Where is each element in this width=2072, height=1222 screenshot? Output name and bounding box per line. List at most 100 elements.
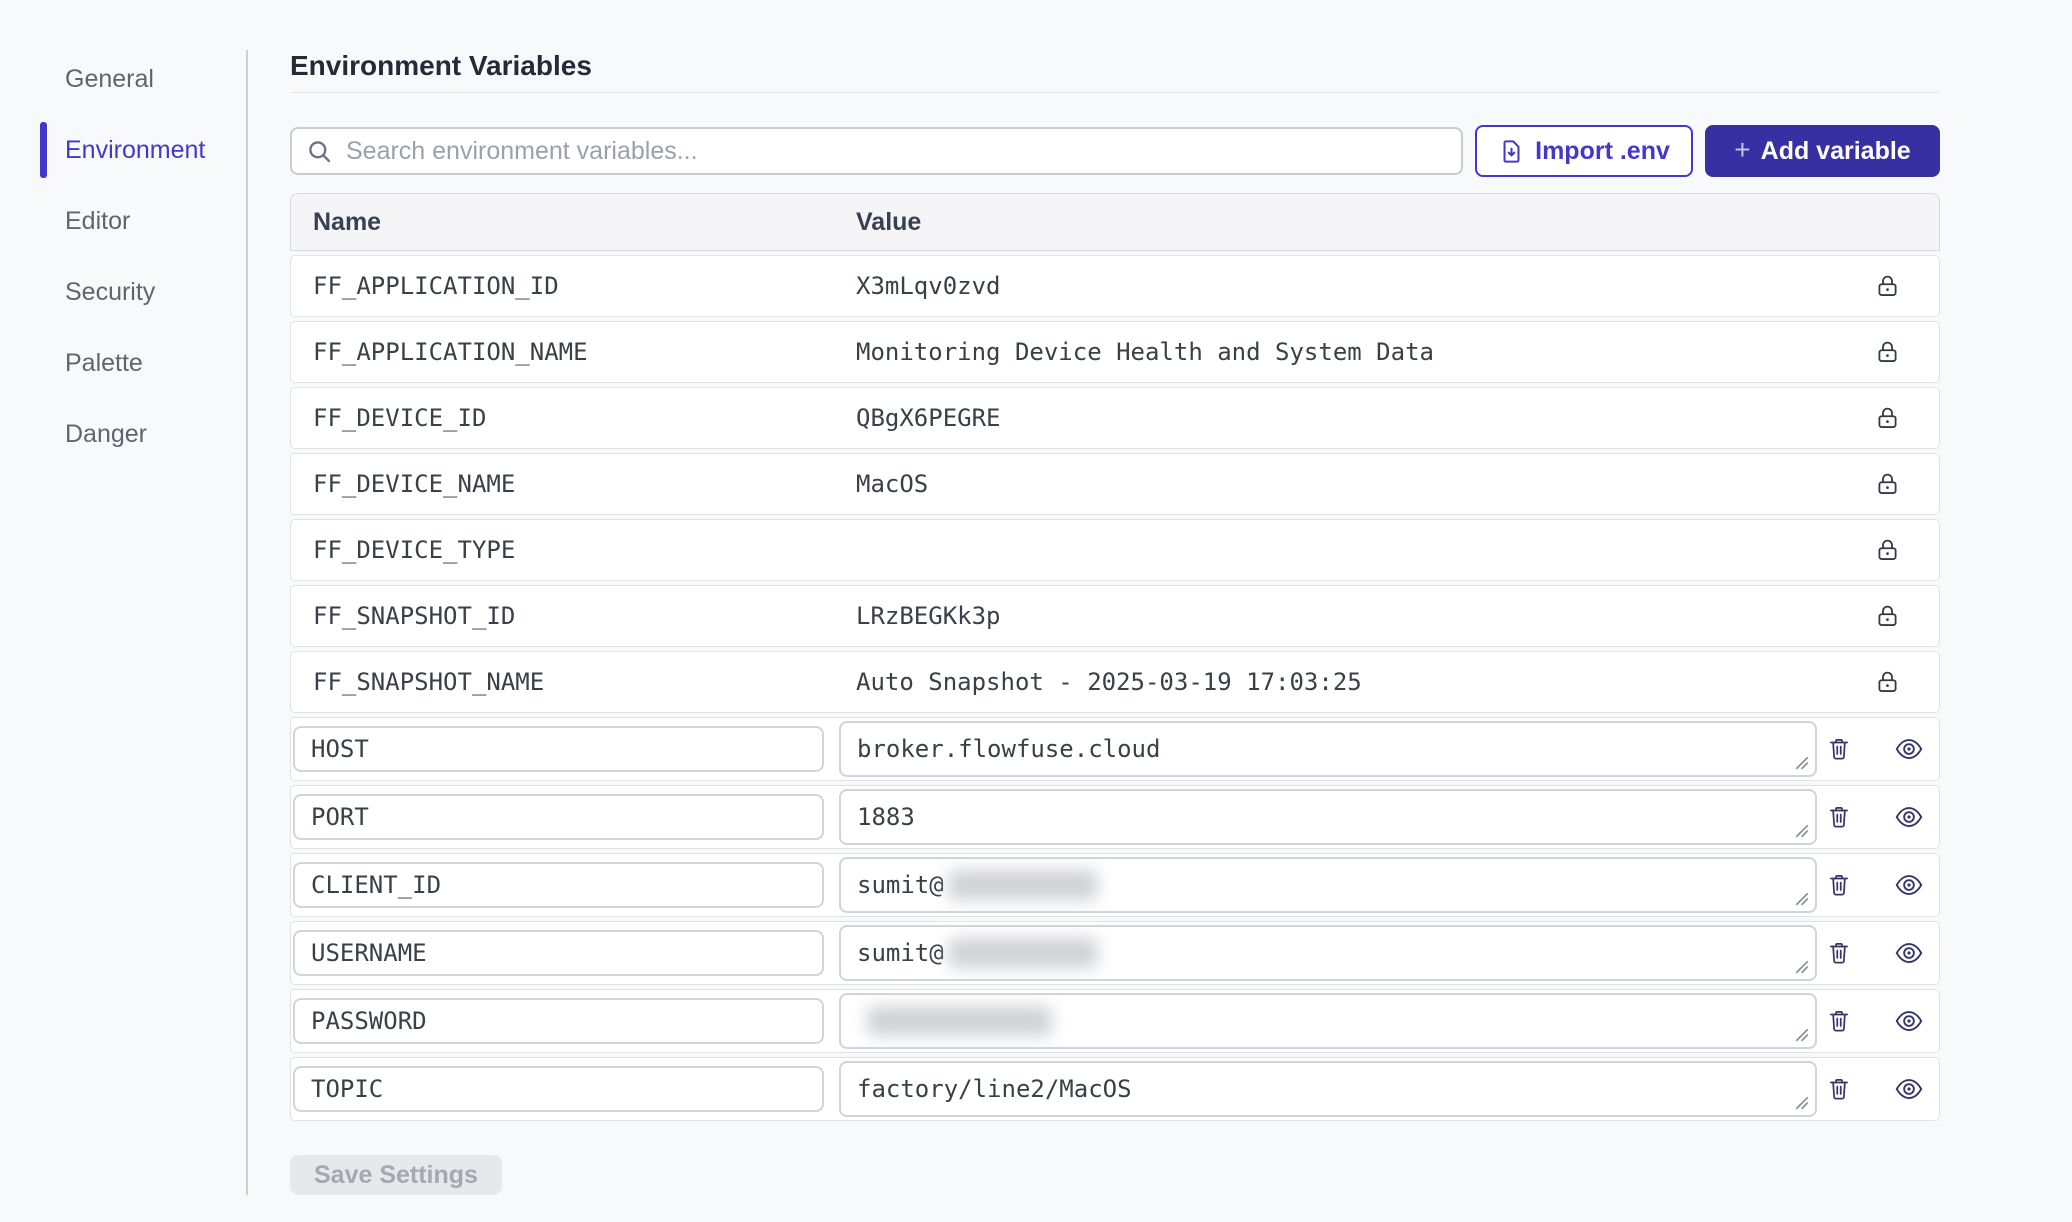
var-value-textarea[interactable] bbox=[839, 993, 1817, 1049]
var-name: FF_DEVICE_NAME bbox=[291, 470, 856, 498]
var-value-textarea[interactable]: 1883 bbox=[839, 789, 1817, 845]
import-env-button[interactable]: Import .env bbox=[1475, 125, 1693, 177]
add-variable-label: Add variable bbox=[1761, 137, 1911, 166]
lock-icon bbox=[1874, 405, 1901, 432]
trash-icon bbox=[1826, 872, 1852, 898]
table-row-editable bbox=[290, 989, 1940, 1053]
var-name-input[interactable] bbox=[293, 1066, 824, 1112]
env-vars-table: Name Value FF_APPLICATION_ID X3mLqv0zvd … bbox=[290, 193, 1940, 1121]
table-row: FF_DEVICE_NAME MacOS bbox=[290, 453, 1940, 515]
table-row-editable: sumit@ bbox=[290, 853, 1940, 917]
var-value-text: sumit@ bbox=[857, 939, 944, 967]
lock-icon bbox=[1874, 537, 1901, 564]
var-value-textarea[interactable]: sumit@ bbox=[839, 925, 1817, 981]
table-row-editable: sumit@ bbox=[290, 921, 1940, 985]
var-value: MacOS bbox=[856, 470, 1835, 498]
table-row: FF_APPLICATION_NAME Monitoring Device He… bbox=[290, 321, 1940, 383]
column-header-name: Name bbox=[291, 208, 856, 237]
reveal-value-button[interactable] bbox=[1887, 795, 1931, 839]
var-value-text: factory/line2/MacOS bbox=[857, 1075, 1132, 1103]
plus-icon: + bbox=[1734, 136, 1750, 164]
lock-icon bbox=[1874, 471, 1901, 498]
column-header-value: Value bbox=[856, 208, 1835, 237]
sidebar-item-general[interactable]: General bbox=[0, 64, 246, 94]
table-header: Name Value bbox=[290, 193, 1940, 251]
reveal-value-button[interactable] bbox=[1887, 863, 1931, 907]
redacted-value-blur bbox=[948, 870, 1098, 900]
lock-icon bbox=[1874, 339, 1901, 366]
search-field-wrap bbox=[290, 127, 1463, 175]
delete-variable-button[interactable] bbox=[1817, 999, 1861, 1043]
eye-icon bbox=[1894, 1006, 1924, 1036]
eye-icon bbox=[1894, 870, 1924, 900]
var-name: FF_DEVICE_TYPE bbox=[291, 536, 856, 564]
table-row: FF_SNAPSHOT_ID LRzBEGKk3p bbox=[290, 585, 1940, 647]
reveal-value-button[interactable] bbox=[1887, 1067, 1931, 1111]
lock-icon bbox=[1874, 273, 1901, 300]
table-row: FF_SNAPSHOT_NAME Auto Snapshot - 2025-03… bbox=[290, 651, 1940, 713]
sidebar-item-danger[interactable]: Danger bbox=[0, 419, 246, 449]
sidebar-item-palette[interactable]: Palette bbox=[0, 348, 246, 378]
var-name-input[interactable] bbox=[293, 726, 824, 772]
sidebar-item-environment[interactable]: Environment bbox=[0, 135, 246, 165]
var-value: QBgX6PEGRE bbox=[856, 404, 1835, 432]
delete-variable-button[interactable] bbox=[1817, 795, 1861, 839]
resize-handle-icon[interactable] bbox=[1793, 1026, 1810, 1043]
var-name-input[interactable] bbox=[293, 930, 824, 976]
add-variable-button[interactable]: + Add variable bbox=[1705, 125, 1940, 177]
delete-variable-button[interactable] bbox=[1817, 931, 1861, 975]
var-value-textarea[interactable]: factory/line2/MacOS bbox=[839, 1061, 1817, 1117]
redacted-value-blur bbox=[867, 1006, 1052, 1036]
search-input[interactable] bbox=[290, 127, 1463, 175]
var-name: FF_APPLICATION_NAME bbox=[291, 338, 856, 366]
trash-icon bbox=[1826, 804, 1852, 830]
var-name: FF_SNAPSHOT_NAME bbox=[291, 668, 856, 696]
table-row: FF_DEVICE_TYPE bbox=[290, 519, 1940, 581]
search-icon bbox=[306, 138, 333, 165]
delete-variable-button[interactable] bbox=[1817, 863, 1861, 907]
save-settings-button[interactable]: Save Settings bbox=[290, 1155, 502, 1195]
resize-handle-icon[interactable] bbox=[1793, 754, 1810, 771]
eye-icon bbox=[1894, 1074, 1924, 1104]
trash-icon bbox=[1826, 940, 1852, 966]
import-env-label: Import .env bbox=[1535, 137, 1670, 166]
reveal-value-button[interactable] bbox=[1887, 999, 1931, 1043]
var-value-textarea[interactable]: broker.flowfuse.cloud bbox=[839, 721, 1817, 777]
resize-handle-icon[interactable] bbox=[1793, 822, 1810, 839]
var-name-input[interactable] bbox=[293, 794, 824, 840]
var-value-textarea[interactable]: sumit@ bbox=[839, 857, 1817, 913]
toolbar: Import .env + Add variable bbox=[290, 125, 1940, 177]
resize-handle-icon[interactable] bbox=[1793, 958, 1810, 975]
table-row: FF_DEVICE_ID QBgX6PEGRE bbox=[290, 387, 1940, 449]
table-row-editable: 1883 bbox=[290, 785, 1940, 849]
var-value: X3mLqv0zvd bbox=[856, 272, 1835, 300]
lock-icon bbox=[1874, 603, 1901, 630]
trash-icon bbox=[1826, 1008, 1852, 1034]
eye-icon bbox=[1894, 734, 1924, 764]
eye-icon bbox=[1894, 802, 1924, 832]
delete-variable-button[interactable] bbox=[1817, 1067, 1861, 1111]
trash-icon bbox=[1826, 1076, 1852, 1102]
table-row-editable: broker.flowfuse.cloud bbox=[290, 717, 1940, 781]
lock-icon bbox=[1874, 669, 1901, 696]
redacted-value-blur bbox=[948, 938, 1098, 968]
import-file-icon bbox=[1498, 138, 1525, 165]
page-title: Environment Variables bbox=[290, 0, 1940, 93]
sidebar-item-security[interactable]: Security bbox=[0, 277, 246, 307]
var-value-text: 1883 bbox=[857, 803, 915, 831]
var-name-input[interactable] bbox=[293, 862, 824, 908]
var-name: FF_DEVICE_ID bbox=[291, 404, 856, 432]
var-name-input[interactable] bbox=[293, 998, 824, 1044]
reveal-value-button[interactable] bbox=[1887, 931, 1931, 975]
settings-sidebar: General Environment Editor Security Pale… bbox=[0, 0, 246, 1222]
resize-handle-icon[interactable] bbox=[1793, 1094, 1810, 1111]
resize-handle-icon[interactable] bbox=[1793, 890, 1810, 907]
delete-variable-button[interactable] bbox=[1817, 727, 1861, 771]
var-value: Auto Snapshot - 2025-03-19 17:03:25 bbox=[856, 668, 1835, 696]
var-value-text: broker.flowfuse.cloud bbox=[857, 735, 1160, 763]
reveal-value-button[interactable] bbox=[1887, 727, 1931, 771]
table-row-editable: factory/line2/MacOS bbox=[290, 1057, 1940, 1121]
table-row: FF_APPLICATION_ID X3mLqv0zvd bbox=[290, 255, 1940, 317]
var-name: FF_APPLICATION_ID bbox=[291, 272, 856, 300]
sidebar-item-editor[interactable]: Editor bbox=[0, 206, 246, 236]
